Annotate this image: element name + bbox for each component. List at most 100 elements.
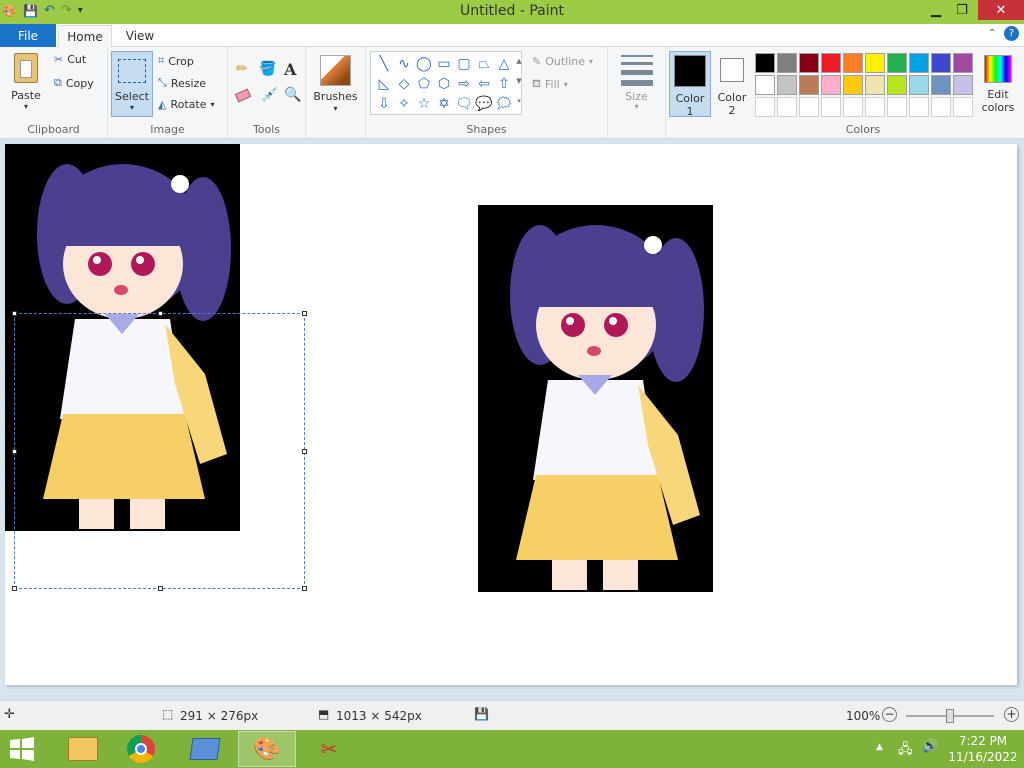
zoom-in-button[interactable]: + <box>1004 707 1019 722</box>
palette-swatch-empty[interactable] <box>821 97 841 117</box>
palette-swatch-empty[interactable] <box>843 97 863 117</box>
shapes-gallery[interactable]: ╲ ∿ ◯ ▭ ▢ ⏢ △ ◺ ◇ ⬠ ⬡ ⇨ ⇦ ⇧ ⇩ ✧ ☆ ✡ 🗨 💬 … <box>370 51 522 115</box>
start-button[interactable] <box>8 736 36 762</box>
maximize-button[interactable]: ❐ <box>948 0 976 20</box>
paste-button[interactable]: Paste ▾ <box>6 53 46 119</box>
hexagon-shape-icon[interactable]: ⬡ <box>434 74 454 94</box>
copy-button[interactable]: ⧉ Copy <box>54 76 94 90</box>
oval-callout-shape-icon[interactable]: 💬 <box>474 94 494 114</box>
palette-swatch[interactable] <box>931 53 951 73</box>
show-hidden-icons[interactable]: ▲ <box>876 742 883 752</box>
fill-button[interactable]: ⛾ Fill ▾ <box>532 77 568 92</box>
palette-swatch[interactable] <box>821 75 841 95</box>
paint-taskbar-button[interactable]: 🎨 <box>238 731 296 767</box>
color-picker-icon[interactable]: 💉 <box>261 87 278 103</box>
palette-swatch[interactable] <box>821 53 841 73</box>
network-icon[interactable]: 🖧 <box>898 740 913 762</box>
palette-swatch[interactable] <box>865 75 885 95</box>
rounded-callout-shape-icon[interactable]: 🗨 <box>454 94 474 114</box>
selection-handle[interactable] <box>12 449 17 454</box>
file-explorer-taskbar-button[interactable] <box>54 731 112 767</box>
edit-colors-button[interactable]: Edit colors <box>976 52 1020 118</box>
fill-bucket-icon[interactable]: 🪣 <box>259 61 276 77</box>
palette-swatch[interactable] <box>755 75 775 95</box>
palette-swatch[interactable] <box>799 75 819 95</box>
selection-handle[interactable] <box>12 586 17 591</box>
help-icon[interactable]: ? <box>1004 26 1019 41</box>
selection-handle[interactable] <box>158 586 163 591</box>
rotate-button[interactable]: ◭ Rotate ▾ <box>158 98 215 111</box>
pencil-icon[interactable]: ✏ <box>236 61 248 77</box>
palette-swatch[interactable] <box>909 75 929 95</box>
color2-button[interactable]: Color 2 <box>713 51 751 117</box>
select-button[interactable]: Select ▾ <box>111 51 153 117</box>
right-arrow-shape-icon[interactable]: ⇨ <box>454 74 474 94</box>
selection-handle[interactable] <box>12 311 17 316</box>
eraser-icon[interactable] <box>234 88 252 103</box>
shapes-scroll[interactable]: ▲ ▼ ▾ <box>514 51 524 115</box>
palette-swatch[interactable] <box>777 53 797 73</box>
palette-swatch-empty[interactable] <box>887 97 907 117</box>
anime-girl-image-right[interactable] <box>478 205 713 592</box>
resize-button[interactable]: ⤡ Resize <box>158 76 206 90</box>
down-arrow-shape-icon[interactable]: ⇩ <box>374 94 394 114</box>
curve-shape-icon[interactable]: ∿ <box>394 54 414 74</box>
palette-swatch-empty[interactable] <box>777 97 797 117</box>
crop-button[interactable]: ⌗ Crop <box>158 54 194 68</box>
palette-swatch[interactable] <box>887 53 907 73</box>
tab-view[interactable]: View <box>114 24 166 47</box>
canvas-area[interactable] <box>0 139 1024 700</box>
palette-swatch[interactable] <box>843 75 863 95</box>
selection-handle[interactable] <box>302 586 307 591</box>
palette-swatch-empty[interactable] <box>865 97 885 117</box>
cut-button[interactable]: ✂ Cut <box>54 53 86 66</box>
zoom-slider[interactable] <box>906 709 994 723</box>
magnifier-icon[interactable]: 🔍 <box>284 87 301 103</box>
selection-handle[interactable] <box>158 311 163 316</box>
oval-shape-icon[interactable]: ◯ <box>414 54 434 74</box>
line-shape-icon[interactable]: ╲ <box>374 54 394 74</box>
palette-swatch[interactable] <box>799 53 819 73</box>
window-taskbar-button[interactable] <box>176 731 234 767</box>
text-tool-icon[interactable]: A <box>284 60 296 79</box>
diamond-shape-icon[interactable]: ◇ <box>394 74 414 94</box>
five-point-star-shape-icon[interactable]: ☆ <box>414 94 434 114</box>
palette-swatch-empty[interactable] <box>909 97 929 117</box>
zoom-slider-thumb[interactable] <box>946 709 954 723</box>
clock[interactable]: 7:22 PM 11/16/2022 <box>946 733 1020 765</box>
tab-home[interactable]: Home <box>58 25 112 48</box>
four-point-star-shape-icon[interactable]: ✧ <box>394 94 414 114</box>
volume-icon[interactable]: 🔊 <box>922 739 938 754</box>
palette-swatch[interactable] <box>953 75 973 95</box>
size-button[interactable]: Size ▾ <box>608 47 666 139</box>
palette-swatch[interactable] <box>755 53 775 73</box>
left-arrow-shape-icon[interactable]: ⇦ <box>474 74 494 94</box>
palette-swatch-empty[interactable] <box>931 97 951 117</box>
right-triangle-shape-icon[interactable]: ◺ <box>374 74 394 94</box>
six-point-star-shape-icon[interactable]: ✡ <box>434 94 454 114</box>
tab-file[interactable]: File <box>0 24 56 47</box>
brushes-group[interactable]: Brushes ▾ <box>306 47 366 139</box>
selection-handle[interactable] <box>302 311 307 316</box>
close-button[interactable]: ✕ <box>978 0 1024 20</box>
drawing-canvas[interactable] <box>5 144 1017 685</box>
triangle-shape-icon[interactable]: △ <box>494 54 514 74</box>
selection-rectangle[interactable] <box>12 311 307 591</box>
palette-swatch[interactable] <box>777 75 797 95</box>
palette-swatch[interactable] <box>865 53 885 73</box>
rectangle-shape-icon[interactable]: ▭ <box>434 54 454 74</box>
palette-swatch[interactable] <box>931 75 951 95</box>
palette-swatch[interactable] <box>887 75 907 95</box>
palette-swatch[interactable] <box>843 53 863 73</box>
selection-handle[interactable] <box>302 449 307 454</box>
palette-swatch-empty[interactable] <box>953 97 973 117</box>
palette-swatch-empty[interactable] <box>799 97 819 117</box>
up-arrow-shape-icon[interactable]: ⇧ <box>494 74 514 94</box>
pentagon-shape-icon[interactable]: ⬠ <box>414 74 434 94</box>
snipping-tool-taskbar-button[interactable]: ✂ <box>300 731 358 767</box>
rounded-rectangle-shape-icon[interactable]: ▢ <box>454 54 474 74</box>
palette-swatch-empty[interactable] <box>755 97 775 117</box>
palette-swatch[interactable] <box>953 53 973 73</box>
chrome-taskbar-button[interactable] <box>112 731 170 767</box>
outline-button[interactable]: ✎ Outline ▾ <box>532 55 593 68</box>
